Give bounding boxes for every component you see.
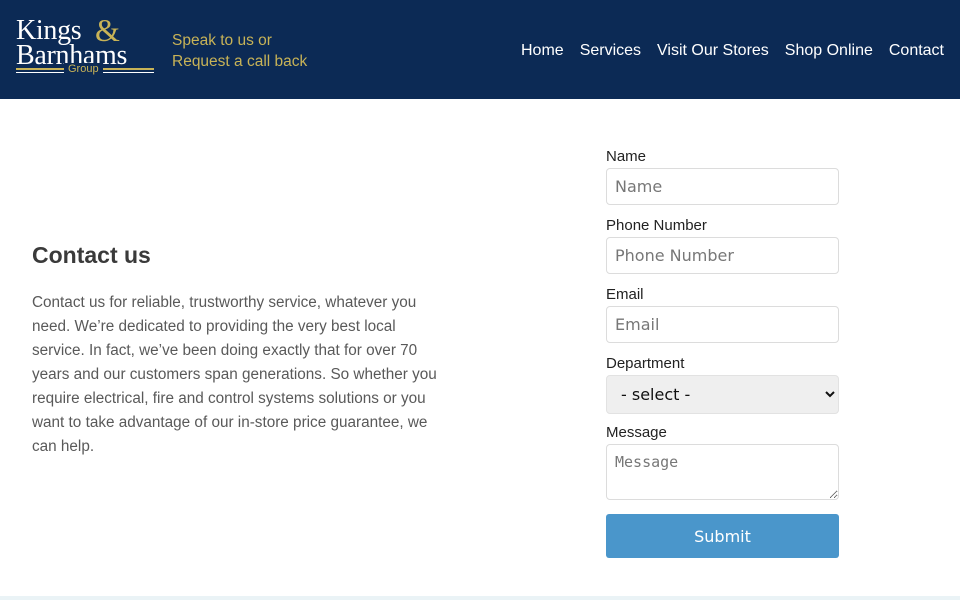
footer-edge — [0, 596, 960, 600]
callback-line-2: Request a call back — [172, 53, 308, 70]
submit-button[interactable]: Submit — [606, 514, 839, 558]
nav-item-services: Services — [580, 40, 641, 61]
main-nav: Home Services Visit Our Stores Shop Onli… — [521, 40, 944, 61]
nav-item-stores: Visit Our Stores — [657, 40, 769, 61]
message-label: Message — [606, 424, 667, 441]
intro-paragraph: Contact us for reliable, trustworthy ser… — [32, 294, 437, 455]
email-label: Email — [606, 286, 644, 303]
callback-line-1: Speak to us or — [172, 32, 272, 49]
phone-input[interactable] — [606, 237, 839, 274]
callback-link[interactable]: Speak to us or Request a call back — [172, 30, 352, 72]
department-select[interactable]: - select - — [606, 375, 839, 414]
nav-item-home: Home — [521, 40, 564, 61]
nav-item-contact: Contact — [889, 40, 944, 61]
nav-link-services[interactable]: Services — [580, 42, 641, 59]
name-label: Name — [606, 148, 647, 165]
company-logo[interactable]: Kings & Barnhams Group — [16, 13, 156, 78]
contact-form: Name Phone Number Email Department - sel… — [606, 147, 839, 558]
page-title: Contact us — [32, 242, 151, 268]
department-label: Department — [606, 355, 685, 372]
phone-label: Phone Number — [606, 217, 707, 234]
nav-item-shop: Shop Online — [785, 40, 873, 61]
email-input[interactable] — [606, 306, 839, 343]
message-textarea[interactable] — [606, 444, 839, 500]
nav-link-shop-online[interactable]: Shop Online — [785, 42, 873, 59]
logo-text-group: Group — [64, 63, 103, 76]
nav-link-visit-our-stores[interactable]: Visit Our Stores — [657, 42, 769, 59]
nav-link-home[interactable]: Home — [521, 42, 564, 59]
site-header: Kings & Barnhams Group Speak to us or Re… — [0, 0, 960, 99]
name-input[interactable] — [606, 168, 839, 205]
nav-link-contact[interactable]: Contact — [889, 42, 944, 59]
